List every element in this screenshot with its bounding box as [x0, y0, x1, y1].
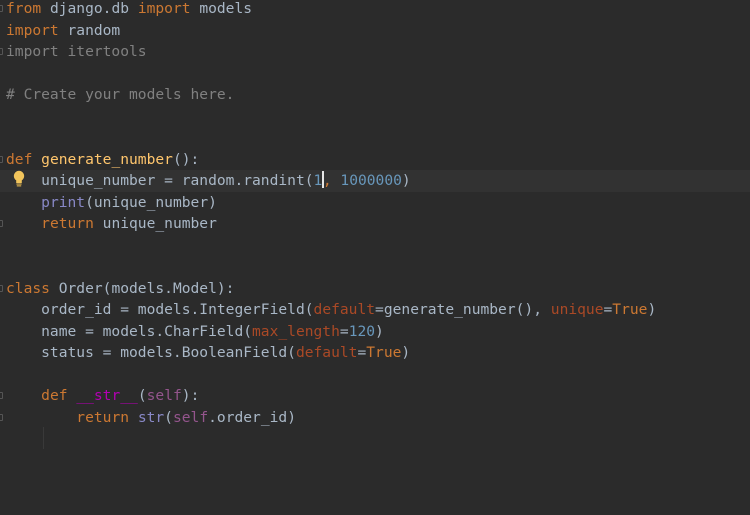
- code-text: (unique_number): [85, 193, 217, 211]
- keyword-argument: max_length: [252, 322, 340, 340]
- keyword: return: [76, 408, 130, 426]
- code-text: ): [647, 301, 657, 318]
- code-line[interactable]: # Create your models here.: [0, 84, 750, 106]
- code-text: unique_number: [93, 215, 217, 232]
- code-text: .order_id): [208, 408, 296, 426]
- code-text: ():: [172, 150, 200, 168]
- keyword-argument: unique: [550, 301, 604, 318]
- code-text: ): [401, 172, 411, 189]
- function-name: generate_number: [41, 150, 173, 168]
- keyword: from: [6, 0, 42, 17]
- code-line[interactable]: name = models.CharField(max_length=120): [0, 321, 750, 343]
- code-text: =: [339, 322, 349, 340]
- fold-marker-icon[interactable]: [0, 5, 3, 12]
- builtin-function: print: [41, 193, 86, 211]
- code-line[interactable]: class Order(models.Model):: [0, 278, 750, 300]
- code-text: ): [375, 322, 384, 340]
- code-line[interactable]: def __str__(self):: [0, 385, 750, 407]
- code-text: django.db: [41, 0, 138, 17]
- keyword: return: [41, 215, 94, 232]
- number-literal: 120: [348, 322, 376, 340]
- fold-marker-icon[interactable]: [0, 155, 3, 163]
- code-text: unique_number = random.randint(: [6, 172, 314, 189]
- code-text: Order(models.Model):: [49, 279, 235, 297]
- code-text: (: [137, 387, 147, 404]
- code-text: models: [190, 0, 253, 17]
- fold-marker-icon[interactable]: [0, 220, 3, 227]
- keyword-argument: default: [313, 301, 376, 318]
- keyword: import: [6, 21, 59, 39]
- indent-guide: [43, 427, 44, 449]
- code-line-current[interactable]: unique_number = random.randint(1, 100000…: [0, 170, 750, 192]
- keyword-argument: default: [295, 344, 358, 361]
- code-line[interactable]: order_id = models.IntegerField(default=g…: [0, 299, 750, 321]
- keyword: True: [366, 344, 402, 361]
- code-text: =: [357, 344, 367, 361]
- code-line[interactable]: status = models.BooleanField(default=Tru…: [0, 342, 750, 364]
- code-text: random: [58, 21, 121, 39]
- fold-marker-icon[interactable]: [0, 284, 3, 292]
- keyword: def: [41, 387, 68, 404]
- punctuation: ,: [322, 172, 341, 189]
- number-literal: 1000000: [340, 172, 402, 189]
- builtin-function: str: [137, 408, 165, 426]
- code-text: name = models.CharField(: [6, 322, 253, 340]
- code-text: status = models.BooleanField(: [6, 344, 296, 361]
- code-line[interactable]: def generate_number():: [0, 149, 750, 171]
- keyword: class: [6, 279, 50, 297]
- code-text: (: [164, 408, 173, 426]
- code-text: =: [603, 301, 613, 318]
- keyword: True: [612, 301, 648, 318]
- keyword: import: [137, 0, 191, 17]
- fold-marker-icon[interactable]: [0, 392, 3, 399]
- fold-marker-icon[interactable]: [0, 48, 3, 55]
- comment: # Create your models here.: [6, 86, 235, 103]
- code-line[interactable]: import random: [0, 20, 750, 42]
- magic-method-name: __str__: [76, 387, 138, 404]
- code-line[interactable]: return unique_number: [0, 213, 750, 235]
- keyword: def: [6, 150, 33, 168]
- unused-import: import itertools: [6, 43, 147, 60]
- code-line[interactable]: from django.db import models: [0, 0, 750, 20]
- code-editor[interactable]: from django.db import models import rand…: [0, 0, 750, 515]
- number-literal: 1: [313, 172, 323, 189]
- fold-marker-icon[interactable]: [0, 413, 3, 421]
- code-text: ):: [181, 387, 200, 404]
- code-text: =generate_number(),: [375, 301, 551, 318]
- code-text: ): [401, 344, 411, 361]
- code-text: order_id = models.IntegerField(: [6, 301, 314, 318]
- self-parameter: self: [172, 408, 209, 426]
- code-line[interactable]: import itertools: [0, 41, 750, 63]
- self-parameter: self: [146, 387, 182, 404]
- code-line[interactable]: return str(self.order_id): [0, 407, 750, 429]
- code-line[interactable]: print(unique_number): [0, 192, 750, 214]
- lightbulb-icon[interactable]: [12, 170, 26, 188]
